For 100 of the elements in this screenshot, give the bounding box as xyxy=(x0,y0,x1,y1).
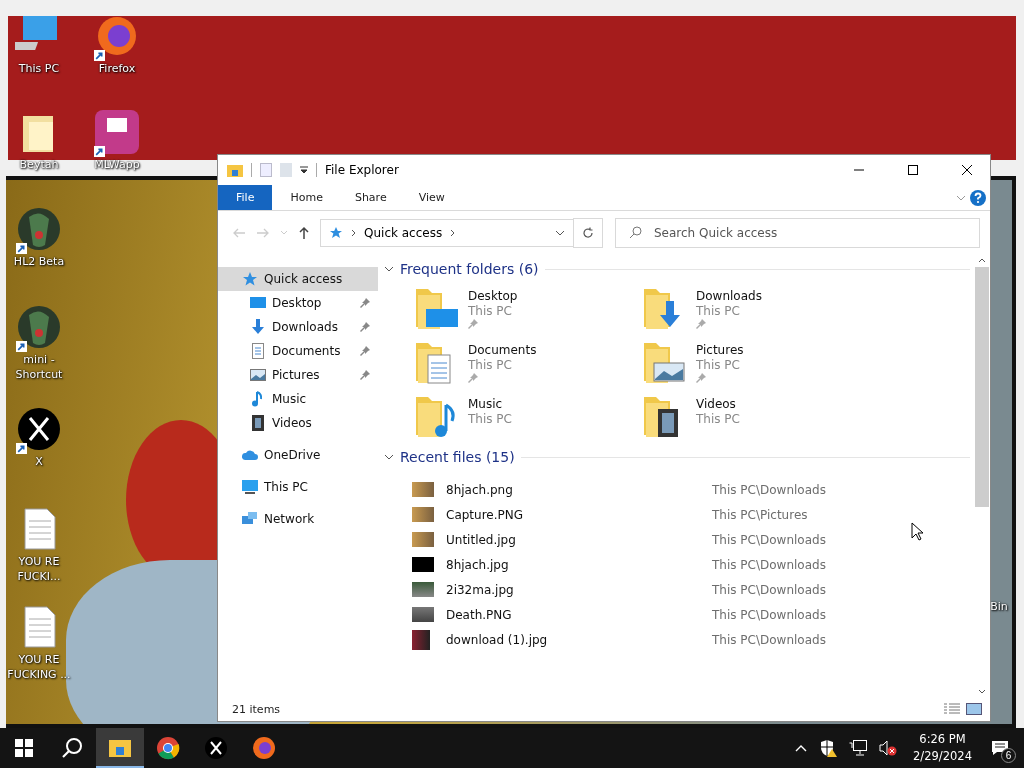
item-count: 21 items xyxy=(232,702,281,716)
file-name[interactable]: Untitled.jpg xyxy=(446,532,712,547)
pc-icon xyxy=(242,479,258,495)
firefox-logo-icon[interactable] xyxy=(252,736,276,760)
refresh-button[interactable] xyxy=(573,218,603,248)
star-icon xyxy=(329,226,343,240)
desktop-icon-label[interactable]: YOU RE FUCKING ... xyxy=(0,653,78,683)
x-logo-icon[interactable] xyxy=(205,737,227,759)
maximize-icon[interactable] xyxy=(907,164,919,176)
help-icon[interactable] xyxy=(970,189,986,206)
file-explorer-taskbar-button[interactable] xyxy=(96,728,144,768)
search-field[interactable]: Search Quick access xyxy=(615,218,980,248)
image-thumbnail xyxy=(412,532,434,547)
folder-tile[interactable]: Pictures This PC xyxy=(642,341,870,385)
folder-location: This PC xyxy=(696,412,740,426)
folder-location: This PC xyxy=(468,304,513,318)
desktop-icon-label[interactable]: Beytah xyxy=(19,158,59,173)
refresh-icon[interactable] xyxy=(582,227,594,239)
collapse-chevron-icon[interactable] xyxy=(384,454,394,460)
desktop-icon-label[interactable]: This PC xyxy=(18,62,60,77)
file-location: This PC\Downloads xyxy=(712,557,826,572)
game-icon[interactable] xyxy=(15,303,63,351)
sidebar-item[interactable]: Quick access xyxy=(218,267,378,291)
windows-logo-icon[interactable] xyxy=(15,739,33,757)
search-icon xyxy=(629,226,642,239)
desktop-icon-label[interactable]: HL2 Beta xyxy=(13,255,65,270)
address-path[interactable]: Quick access xyxy=(364,226,443,240)
address-bar[interactable]: Quick access xyxy=(320,219,574,247)
network-icon[interactable] xyxy=(849,740,868,756)
folder-tile[interactable]: Desktop This PC xyxy=(414,287,642,331)
file-location: This PC\Downloads xyxy=(712,482,826,497)
desktop-icon-label[interactable]: Bin xyxy=(990,600,1008,615)
folder-name: Music xyxy=(468,397,504,411)
notifications-button[interactable]: 6 xyxy=(984,728,1016,768)
large-icons-view-icon[interactable] xyxy=(966,703,982,715)
chrome-logo-icon[interactable] xyxy=(156,736,180,760)
videos-icon xyxy=(250,415,266,431)
folder-tile[interactable]: Documents This PC xyxy=(414,341,642,385)
file-name[interactable]: Capture.PNG xyxy=(446,507,712,522)
image-thumbnail xyxy=(412,607,434,622)
file-menu-tab[interactable]: File xyxy=(218,185,273,210)
up-arrow-icon[interactable] xyxy=(298,226,310,240)
desktop-icon xyxy=(250,295,266,311)
file-name[interactable]: 8hjach.png xyxy=(446,482,712,497)
chevron-right-icon[interactable] xyxy=(351,229,356,237)
file-location: This PC\Downloads xyxy=(712,532,826,547)
folder-location: This PC xyxy=(468,412,512,426)
file-name[interactable]: 2i32ma.jpg xyxy=(446,582,712,597)
folder-tile[interactable]: Downloads This PC xyxy=(642,287,870,331)
section-heading[interactable]: Recent files (15) xyxy=(400,449,515,465)
documents-icon xyxy=(250,343,266,359)
sidebar-item[interactable]: Music xyxy=(218,387,378,411)
ribbon-tab[interactable]: Home xyxy=(276,185,337,210)
folder-name: Videos xyxy=(696,397,737,411)
show-hidden-icons-icon[interactable] xyxy=(795,744,808,752)
image-thumbnail xyxy=(412,557,434,572)
desktop-icon-label[interactable]: X xyxy=(35,455,43,470)
collapse-chevron-icon[interactable] xyxy=(384,266,394,272)
dropdown-icon[interactable] xyxy=(300,166,308,174)
desktop-icon-label[interactable]: Firefox xyxy=(98,62,136,77)
checkbox-icon[interactable] xyxy=(260,163,272,177)
section-heading[interactable]: Frequent folders (6) xyxy=(400,261,539,277)
ribbon-tab[interactable]: View xyxy=(404,185,459,210)
close-icon[interactable] xyxy=(961,164,973,176)
search-icon[interactable] xyxy=(61,737,83,759)
desktop-icon-label[interactable]: mini - Shortcut xyxy=(0,353,78,383)
expand-ribbon-icon[interactable] xyxy=(956,194,966,201)
desktop-icon-label[interactable]: MLWapp xyxy=(94,158,140,173)
folder-location: This PC xyxy=(696,304,741,318)
sidebar-item[interactable]: Pictures xyxy=(218,363,378,387)
dropdown-chevron-icon[interactable] xyxy=(555,230,565,236)
sidebar-item[interactable]: Videos xyxy=(218,411,378,435)
app-icon[interactable] xyxy=(93,108,141,156)
sidebar-item[interactable]: Network xyxy=(218,507,378,531)
ribbon-tab[interactable]: Share xyxy=(340,185,401,210)
x-logo-icon[interactable] xyxy=(15,405,63,453)
muted-speaker-icon[interactable] xyxy=(879,740,898,756)
shield-warning-icon[interactable] xyxy=(819,739,838,757)
sidebar-item[interactable]: Documents xyxy=(218,339,378,363)
sidebar-item[interactable]: This PC xyxy=(218,475,378,499)
sidebar-item[interactable]: Downloads xyxy=(218,315,378,339)
sidebar-item[interactable]: Desktop xyxy=(218,291,378,315)
downloads-icon xyxy=(250,319,266,335)
folder-tile[interactable]: Music This PC xyxy=(414,395,642,439)
sidebar-item[interactable]: OneDrive xyxy=(218,443,378,467)
chevron-right-icon[interactable] xyxy=(450,229,456,237)
folder-icon[interactable] xyxy=(109,737,131,757)
file-name[interactable]: 8hjach.jpg xyxy=(446,557,712,572)
image-thumbnail xyxy=(412,482,434,497)
file-name[interactable]: download (1).jpg xyxy=(446,632,712,647)
clock-time[interactable]: 6:26 PM xyxy=(919,730,966,748)
game-icon[interactable] xyxy=(15,205,63,253)
scroll-down-icon[interactable] xyxy=(978,689,986,695)
image-thumbnail xyxy=(412,507,434,522)
file-name[interactable]: Death.PNG xyxy=(446,607,712,622)
clock-date[interactable]: 2/29/2024 xyxy=(913,748,972,766)
folder-tile[interactable]: Videos This PC xyxy=(642,395,870,439)
folder-name: Documents xyxy=(468,343,537,357)
scroll-up-icon[interactable] xyxy=(978,257,986,263)
desktop-icon-label[interactable]: YOU RE FUCKI... xyxy=(0,555,78,585)
